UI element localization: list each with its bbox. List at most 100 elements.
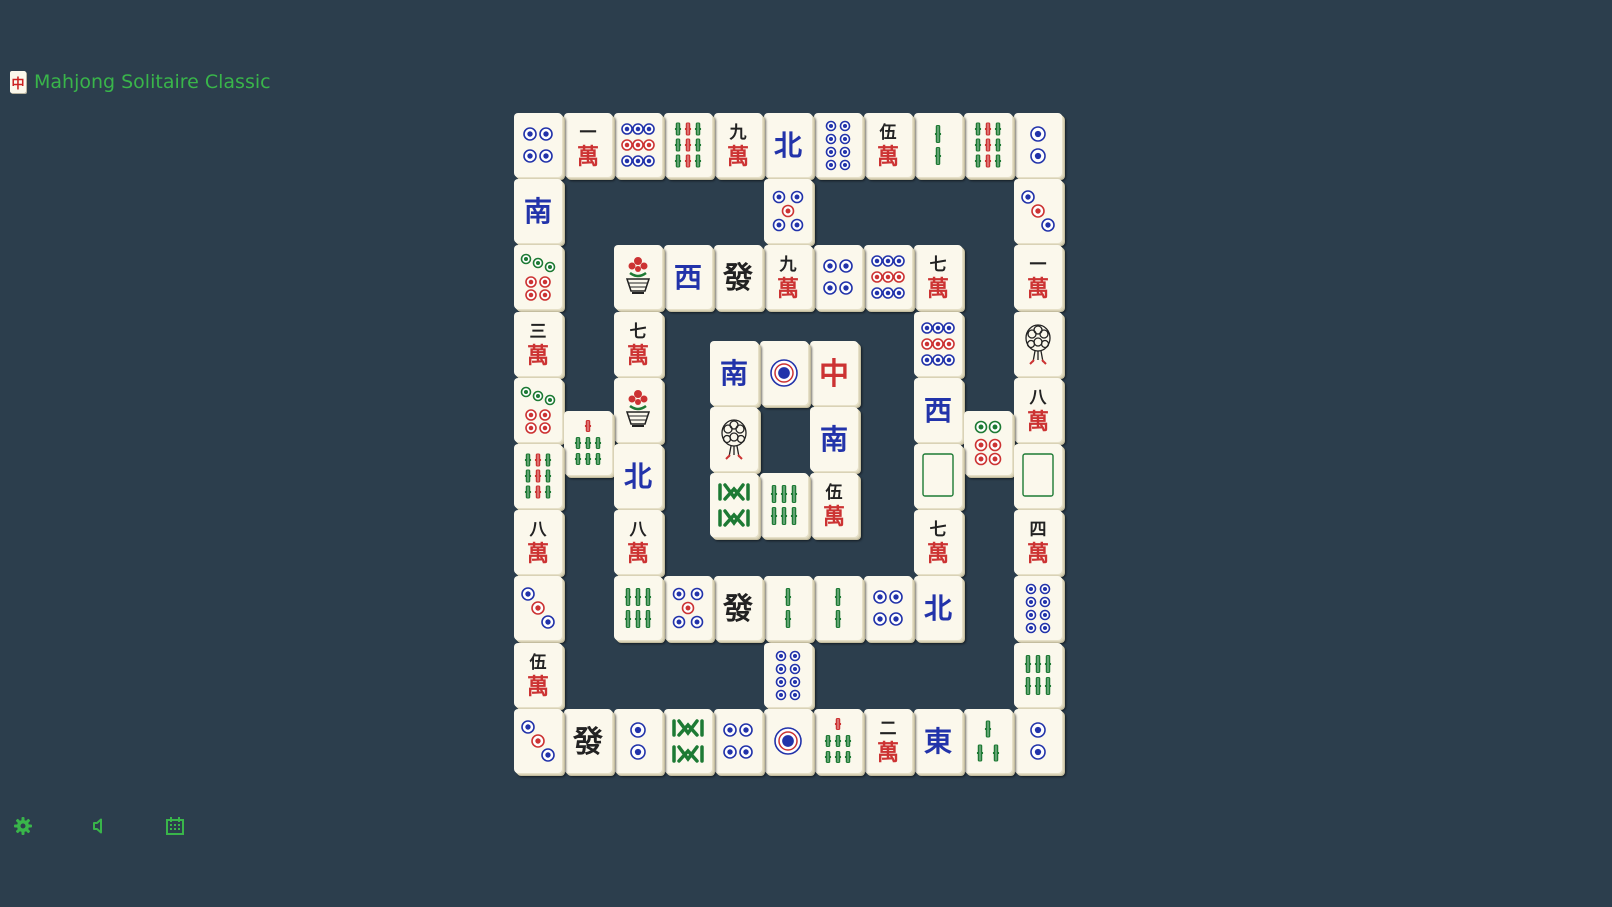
wind-glyph-icon: 西 (924, 394, 952, 427)
wind-glyph-icon: 南 (720, 357, 748, 390)
svg-text:萬: 萬 (577, 145, 599, 170)
tile-character-3[interactable]: 三萬 (514, 311, 562, 376)
wind-glyph-icon: 東 (924, 725, 952, 758)
svg-text:發: 發 (722, 261, 753, 296)
tile-dots-1[interactable] (760, 340, 808, 405)
wind-glyph-icon: 南 (820, 423, 848, 456)
tile-character-5[interactable]: 伍萬 (810, 473, 858, 538)
tile-wind[interactable]: 南 (810, 406, 858, 471)
tile-bamboo-8[interactable] (710, 473, 758, 538)
tile-bamboo-2[interactable] (814, 576, 862, 641)
tile-dots-4[interactable] (864, 576, 912, 641)
sound-button[interactable] (86, 814, 112, 838)
svg-text:四: 四 (1030, 520, 1047, 540)
tile-character-2[interactable]: 二萬 (864, 708, 912, 773)
tile-dots-7[interactable] (514, 377, 562, 442)
tile-character-8[interactable]: 八萬 (614, 510, 662, 575)
tile-character-1[interactable]: 一萬 (564, 113, 612, 177)
tile-dots-9[interactable] (914, 311, 962, 376)
tile-bamboo-6[interactable] (614, 576, 662, 641)
tile-bamboo-8[interactable] (664, 708, 712, 773)
tile-bamboo-7[interactable] (564, 410, 612, 475)
tile-bamboo-2[interactable] (914, 113, 962, 177)
tile-character-9[interactable]: 九萬 (714, 113, 762, 177)
character-1-icon: 一萬 (1027, 255, 1049, 302)
tile-dots-8[interactable] (814, 113, 862, 177)
tile-dots-1[interactable] (764, 708, 812, 773)
tile-dots-2[interactable] (1014, 708, 1062, 773)
circles-4-icon (823, 259, 853, 296)
tile-dots-3[interactable] (1014, 179, 1062, 244)
calendar-button[interactable] (162, 814, 188, 838)
tile-wind[interactable]: 南 (514, 179, 562, 244)
svg-text:萬: 萬 (1027, 277, 1049, 302)
circles-3-icon (1021, 190, 1055, 232)
svg-text:萬: 萬 (627, 344, 649, 369)
tile-dragon-red[interactable]: 中 (810, 340, 858, 405)
tile-dragon-green[interactable]: 發 (564, 708, 612, 773)
tile-character-7[interactable]: 七萬 (914, 245, 962, 310)
tile-bamboo-6[interactable] (1014, 642, 1062, 707)
tile-dots-2[interactable] (1014, 113, 1062, 177)
settings-button[interactable] (10, 814, 36, 838)
tile-bamboo-2[interactable] (764, 576, 812, 641)
wind-glyph-icon: 北 (774, 129, 802, 162)
tile-character-5[interactable]: 伍萬 (514, 642, 562, 707)
tile-wind[interactable]: 南 (710, 340, 758, 405)
circles-2-icon (630, 721, 646, 760)
tile-flower-tree[interactable] (710, 406, 758, 471)
tile-bamboo-9[interactable] (964, 113, 1012, 177)
tile-dots-3[interactable] (514, 708, 562, 773)
tile-dots-8[interactable] (764, 642, 812, 707)
svg-text:北: 北 (624, 460, 652, 493)
tile-dots-2[interactable] (614, 708, 662, 773)
white-dragon-icon (1022, 453, 1054, 497)
svg-text:發: 發 (572, 725, 603, 760)
tile-bamboo-3[interactable] (964, 708, 1012, 773)
tile-wind[interactable]: 北 (764, 113, 812, 177)
tile-dots-4[interactable] (814, 245, 862, 310)
tile-wind[interactable]: 西 (664, 245, 712, 310)
tile-bamboo-7[interactable] (814, 708, 862, 773)
tile-dragon-green[interactable]: 發 (714, 576, 762, 641)
tile-character-4[interactable]: 四萬 (1014, 510, 1062, 575)
circles-4-icon (523, 127, 553, 163)
tile-flower-basket[interactable] (614, 377, 662, 442)
tile-bamboo-9[interactable] (664, 113, 712, 177)
tile-character-7[interactable]: 七萬 (614, 311, 662, 376)
svg-text:一: 一 (580, 123, 597, 143)
svg-text:西: 西 (674, 261, 702, 294)
tile-flower-basket[interactable] (614, 245, 662, 310)
tile-dots-3[interactable] (514, 576, 562, 641)
tile-dots-9[interactable] (614, 113, 662, 177)
tile-dots-6[interactable] (964, 410, 1012, 475)
tile-dots-4[interactable] (514, 113, 562, 177)
tile-dragon-white[interactable] (1014, 444, 1062, 508)
tile-wind[interactable]: 東 (914, 708, 962, 773)
character-4-icon: 四萬 (1027, 520, 1049, 567)
tile-character-8[interactable]: 八萬 (514, 510, 562, 575)
tile-dragon-green[interactable]: 發 (714, 245, 762, 310)
tile-character-1[interactable]: 一萬 (1014, 245, 1062, 310)
tile-dots-5[interactable] (664, 576, 712, 641)
tile-dots-4[interactable] (714, 708, 762, 773)
tile-dots-7[interactable] (514, 245, 562, 310)
tile-dots-9[interactable] (864, 245, 912, 310)
circles-8-icon (1025, 584, 1051, 634)
tile-wind[interactable]: 北 (914, 576, 962, 641)
white-dragon-icon (922, 453, 954, 497)
bamboo-9-icon (974, 122, 1002, 168)
tile-character-9[interactable]: 九萬 (764, 245, 812, 310)
tile-dragon-white[interactable] (914, 444, 962, 508)
tile-character-5[interactable]: 伍萬 (864, 113, 912, 177)
tile-dots-8[interactable] (1014, 576, 1062, 641)
tile-flower-tree[interactable] (1014, 311, 1062, 376)
tile-character-8[interactable]: 八萬 (1014, 377, 1062, 442)
tile-bamboo-6[interactable] (760, 473, 808, 538)
character-9-icon: 九萬 (777, 255, 799, 302)
tile-wind[interactable]: 北 (614, 444, 662, 508)
tile-character-7[interactable]: 七萬 (914, 510, 962, 575)
tile-wind[interactable]: 西 (914, 377, 962, 442)
tile-dots-5[interactable] (764, 179, 812, 244)
tile-bamboo-9[interactable] (514, 444, 562, 508)
